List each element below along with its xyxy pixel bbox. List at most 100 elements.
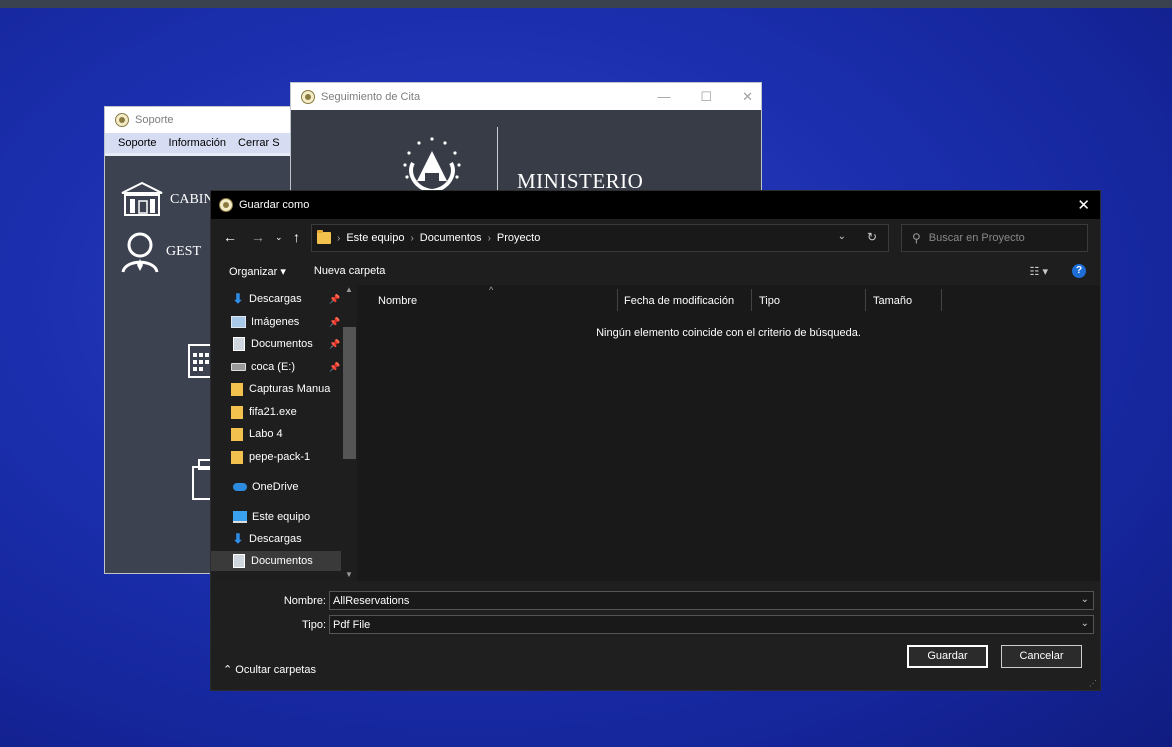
app-emblem-icon: [115, 113, 129, 127]
cabin-row[interactable]: CABIN: [120, 181, 214, 219]
gest-row[interactable]: GEST: [120, 231, 201, 273]
command-toolbar: Organizar ▾ Nueva carpeta ☷ ▾ ?: [211, 257, 1100, 285]
pin-icon[interactable]: 📌: [329, 339, 340, 350]
resize-grip-icon[interactable]: ⋰: [1089, 679, 1097, 688]
scrollbar-thumb[interactable]: [343, 327, 356, 459]
dialog-titlebar[interactable]: Guardar como ✕: [211, 191, 1100, 219]
column-divider[interactable]: [865, 289, 866, 311]
breadcrumb-separator-icon: ›: [487, 232, 491, 244]
filename-field[interactable]: AllReservations ⌄: [329, 591, 1094, 610]
sidebar-item-onedrive[interactable]: OneDrive: [233, 477, 298, 497]
chevron-down-icon[interactable]: ⌄: [1081, 594, 1089, 605]
app-emblem-icon: [301, 89, 315, 104]
column-header-tipo[interactable]: Tipo: [759, 291, 780, 311]
forward-arrow-icon[interactable]: →: [251, 229, 265, 245]
chevron-up-icon: ⌃: [223, 664, 233, 676]
view-options-icon[interactable]: ☷ ▾: [1030, 265, 1048, 278]
save-as-dialog: Guardar como ✕ ← → ⌄ ↑ › Este equipo › D…: [211, 191, 1100, 690]
file-list: ^ Nombre Fecha de modificación Tipo Tama…: [357, 285, 1100, 581]
sidebar-item-label: Capturas Manua: [249, 383, 331, 395]
new-folder-button[interactable]: Nueva carpeta: [314, 265, 386, 277]
sidebar-item-capturas[interactable]: Capturas Manua: [231, 379, 330, 399]
back-arrow-icon[interactable]: ←: [223, 229, 237, 245]
sidebar-item-coca-drive[interactable]: coca (E:) 📌: [231, 357, 340, 377]
address-bar[interactable]: › Este equipo › Documentos › Proyecto ⌄ …: [311, 224, 889, 252]
seguimiento-window: Seguimiento de Cita — ☐ ✕ MINISTERIO: [290, 82, 762, 204]
up-arrow-icon[interactable]: ↑: [293, 229, 300, 245]
column-divider[interactable]: [617, 289, 618, 311]
breadcrumb-separator-icon: ›: [410, 232, 414, 244]
column-divider[interactable]: [751, 289, 752, 311]
close-button[interactable]: ✕: [742, 89, 753, 105]
filetype-label: Tipo:: [301, 619, 326, 631]
sidebar-item-documentos[interactable]: Documentos 📌: [231, 334, 340, 354]
sidebar-item-imagenes[interactable]: Imágenes 📌: [231, 312, 340, 332]
column-header-nombre[interactable]: Nombre: [378, 291, 417, 311]
help-icon[interactable]: ?: [1072, 264, 1086, 278]
sidebar-item-label: Documentos: [251, 555, 313, 567]
sidebar-item-label: Labo 4: [249, 428, 283, 440]
save-button[interactable]: Guardar: [907, 645, 988, 668]
sidebar-item-label: Este equipo: [252, 511, 311, 523]
column-header-tamano[interactable]: Tamaño: [873, 291, 912, 311]
sidebar-item-fifa21[interactable]: fifa21.exe: [231, 402, 297, 422]
column-divider[interactable]: [941, 289, 942, 311]
building-icon: [121, 181, 163, 216]
pin-icon[interactable]: 📌: [329, 294, 340, 305]
sidebar-item-label: Documentos: [251, 338, 313, 350]
scroll-down-icon[interactable]: ▼: [345, 570, 353, 579]
menu-informacion[interactable]: Información: [169, 137, 226, 149]
menu-cerrar[interactable]: Cerrar S: [238, 137, 280, 149]
organize-button[interactable]: Organizar ▾: [229, 265, 286, 278]
sidebar-item-pepe-pack[interactable]: pepe-pack-1: [231, 447, 310, 467]
sidebar-item-este-equipo[interactable]: Este equipo: [233, 507, 310, 527]
dialog-title: Guardar como: [239, 199, 310, 211]
menu-soporte[interactable]: Soporte: [118, 137, 157, 149]
sidebar-item-descargas-pc[interactable]: ⬇ Descargas: [231, 529, 302, 549]
sort-caret-icon: ^: [489, 285, 494, 295]
pin-icon[interactable]: 📌: [329, 317, 340, 328]
soporte-menubar: Soporte Información Cerrar S: [105, 133, 305, 156]
refresh-icon[interactable]: ↻: [867, 230, 877, 244]
hide-folders-toggle[interactable]: ⌃ Ocultar carpetas: [223, 663, 316, 676]
sidebar-item-label: Imágenes: [251, 316, 300, 328]
navigation-bar: ← → ⌄ ↑ › Este equipo › Documentos › Pro…: [211, 219, 1100, 257]
address-dropdown-chevron-icon[interactable]: ⌄: [838, 231, 846, 242]
seguimiento-title: Seguimiento de Cita: [321, 90, 421, 103]
soporte-titlebar[interactable]: Soporte: [105, 107, 305, 133]
folder-icon: [231, 382, 243, 396]
download-icon: ⬇: [232, 531, 244, 546]
close-icon[interactable]: ✕: [1077, 196, 1090, 214]
sidebar-item-label: Descargas: [249, 293, 302, 305]
computer-icon: [233, 511, 247, 523]
sidebar-item-descargas[interactable]: ⬇ Descargas 📌: [231, 289, 341, 309]
folder-icon: [231, 405, 243, 419]
sidebar-item-label: fifa21.exe: [249, 406, 297, 418]
breadcrumb-este-equipo[interactable]: Este equipo: [346, 232, 404, 244]
gest-label: GEST: [166, 244, 201, 259]
cancel-button[interactable]: Cancelar: [1001, 645, 1082, 668]
filetype-select[interactable]: Pdf File ⌄: [329, 615, 1094, 634]
seguimiento-titlebar[interactable]: Seguimiento de Cita — ☐ ✕: [291, 83, 761, 110]
column-header-fecha[interactable]: Fecha de modificación: [624, 291, 734, 311]
navigation-pane-scrollbar[interactable]: ▲ ▼: [343, 285, 356, 581]
sidebar-item-labo4[interactable]: Labo 4: [231, 424, 283, 444]
documents-icon: [233, 337, 245, 351]
breadcrumb-proyecto[interactable]: Proyecto: [497, 232, 540, 244]
sidebar-item-documentos-pc[interactable]: Documentos: [211, 551, 341, 571]
minimize-button[interactable]: —: [657, 89, 670, 104]
soporte-title: Soporte: [135, 114, 174, 126]
drive-icon: [231, 363, 246, 371]
pin-icon[interactable]: 📌: [329, 362, 340, 373]
search-input[interactable]: ⚲ Buscar en Proyecto: [901, 224, 1088, 252]
chevron-down-icon[interactable]: ⌄: [1081, 618, 1089, 629]
navigation-pane: ⬇ Descargas 📌 Imágenes 📌 Documentos 📌 co…: [211, 285, 357, 581]
recent-locations-chevron-icon[interactable]: ⌄: [275, 232, 283, 243]
documents-icon: [233, 554, 245, 568]
pictures-icon: [231, 316, 246, 328]
maximize-button[interactable]: ☐: [700, 89, 712, 105]
scroll-up-icon[interactable]: ▲: [345, 285, 353, 294]
onedrive-icon: [233, 483, 247, 491]
filename-label: Nombre:: [283, 595, 326, 607]
breadcrumb-documentos[interactable]: Documentos: [420, 232, 482, 244]
